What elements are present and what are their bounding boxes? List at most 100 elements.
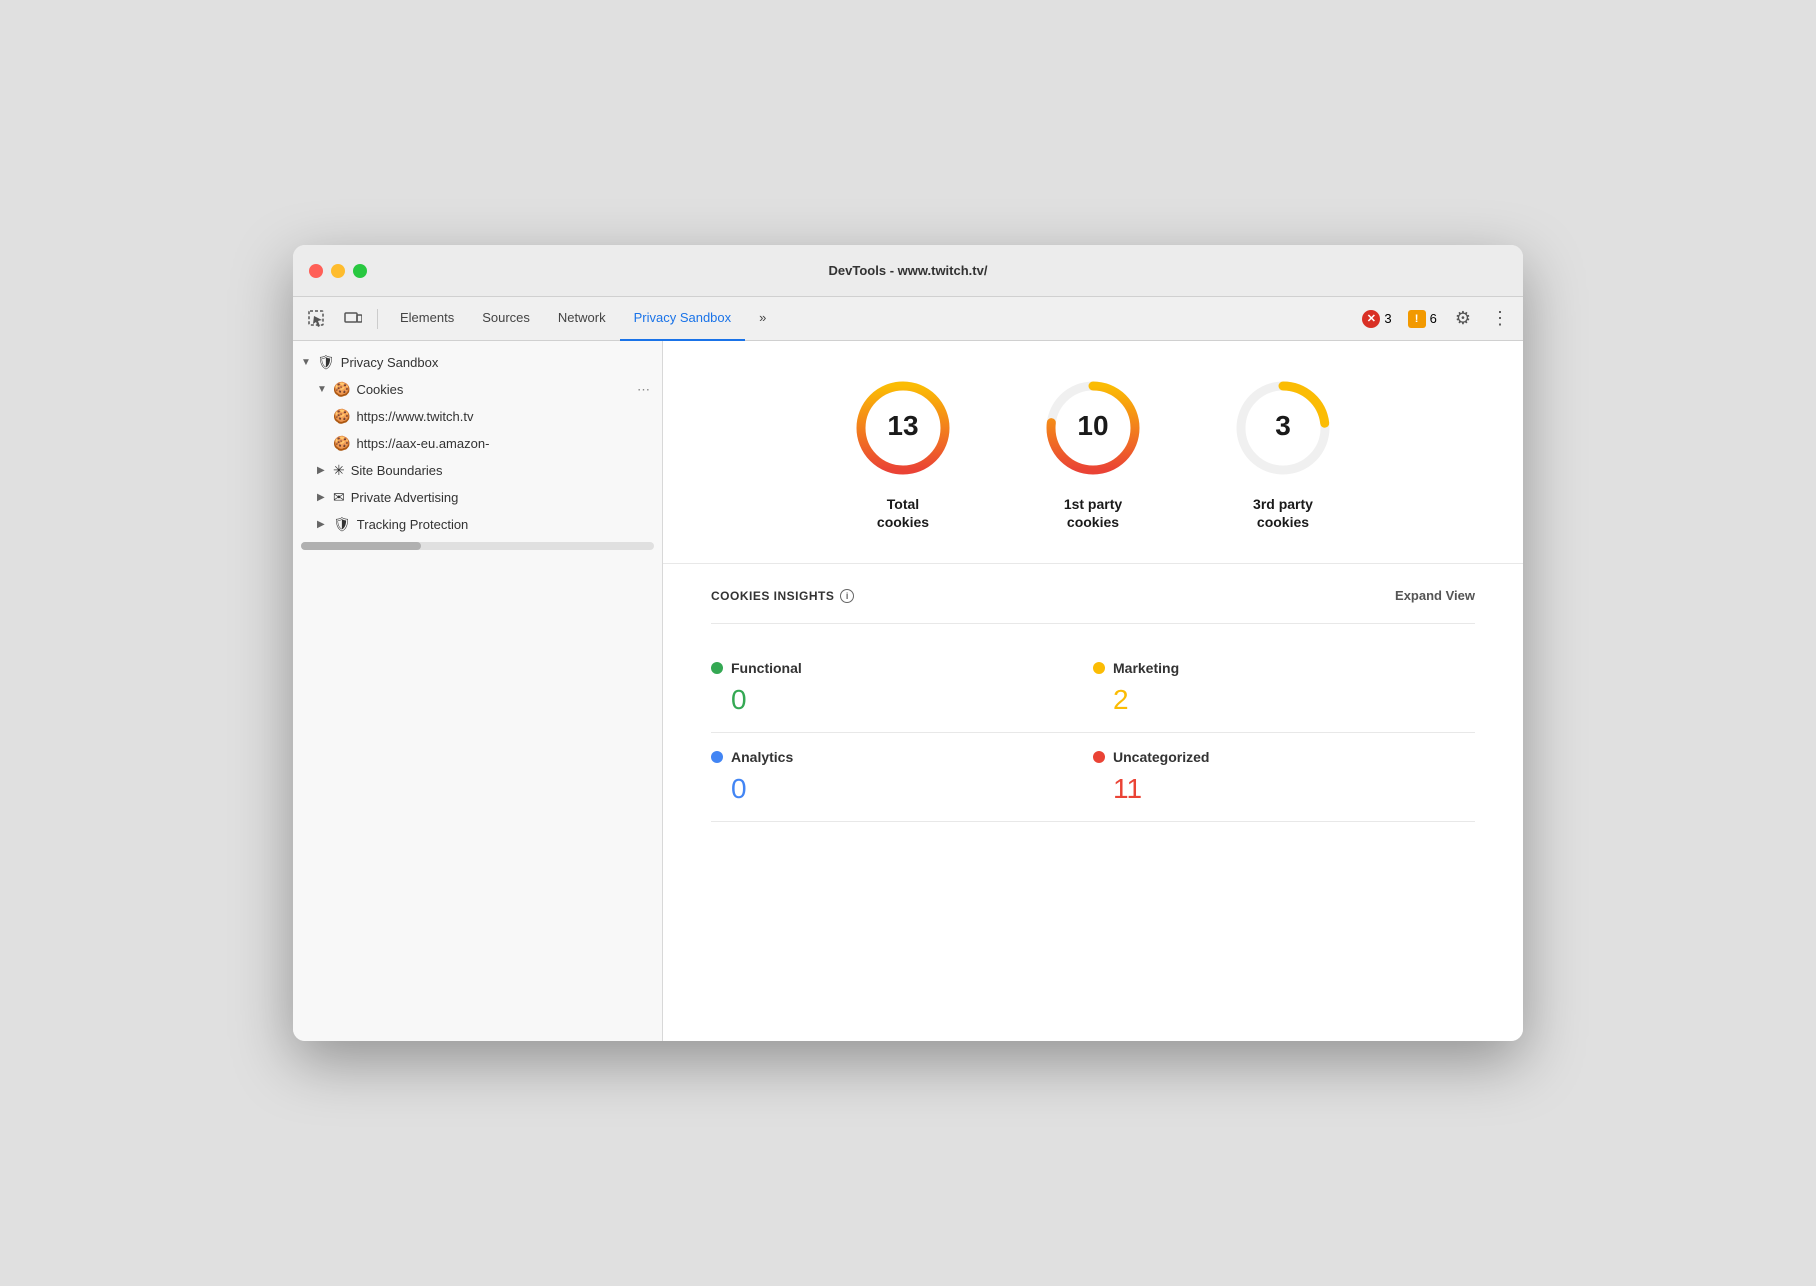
third-party-label: 3rd partycookies [1253, 495, 1313, 531]
cookie-small-icon: 🍪 [333, 408, 350, 425]
svg-text:13: 13 [887, 410, 918, 441]
sidebar-item-amazon[interactable]: 🍪 https://aax-eu.amazon- [293, 430, 662, 457]
marketing-dot [1093, 662, 1105, 674]
tab-sources[interactable]: Sources [468, 297, 544, 341]
device-toggle-button[interactable] [337, 303, 369, 335]
insights-header: COOKIES INSIGHTS i Expand View [711, 588, 1475, 603]
insight-uncategorized-header: Uncategorized [1093, 749, 1475, 765]
stat-first-party: 10 1st partycookies [1038, 373, 1148, 531]
maximize-button[interactable] [353, 264, 367, 278]
sidebar: ▼ 🛡 Privacy Sandbox ▼ 🍪 Cookies ⋯ 🍪 http… [293, 341, 663, 1041]
insight-uncategorized: Uncategorized 11 [1093, 733, 1475, 822]
sidebar-item-tracking-protection[interactable]: ▶ 🛡 Tracking Protection [293, 511, 662, 538]
cookie-small-icon: 🍪 [333, 435, 350, 452]
tracking-protection-icon: 🛡 [333, 516, 351, 533]
sidebar-item-privacy-sandbox[interactable]: ▼ 🛡 Privacy Sandbox [293, 349, 662, 376]
select-all-icon[interactable]: ⋯ [637, 382, 650, 398]
sidebar-item-private-advertising[interactable]: ▶ ✉ Private Advertising [293, 484, 662, 511]
sidebar-item-label: Tracking Protection [357, 517, 469, 532]
total-cookies-label: Totalcookies [877, 495, 929, 531]
toolbar-separator [377, 309, 378, 329]
devtools-window: DevTools - www.twitch.tv/ Elements Sourc… [293, 245, 1523, 1041]
window-controls [309, 264, 367, 278]
uncategorized-count: 11 [1093, 773, 1475, 805]
close-button[interactable] [309, 264, 323, 278]
toolbar: Elements Sources Network Privacy Sandbox… [293, 297, 1523, 341]
minimize-button[interactable] [331, 264, 345, 278]
sidebar-item-label: Privacy Sandbox [341, 355, 439, 370]
tab-network[interactable]: Network [544, 297, 620, 341]
expand-view-button[interactable]: Expand View [1395, 588, 1475, 603]
error-badge-button[interactable]: ✕ 3 [1358, 308, 1395, 330]
insights-title: COOKIES INSIGHTS i [711, 589, 854, 603]
private-advertising-icon: ✉ [333, 489, 345, 506]
content-area: 13 Totalcookies [663, 341, 1523, 1041]
sidebar-item-label: https://aax-eu.amazon- [356, 436, 489, 451]
main-layout: ▼ 🛡 Privacy Sandbox ▼ 🍪 Cookies ⋯ 🍪 http… [293, 341, 1523, 1041]
analytics-name: Analytics [731, 749, 793, 765]
warning-badge-button[interactable]: ! 6 [1404, 308, 1441, 330]
functional-count: 0 [711, 684, 1053, 716]
info-icon[interactable]: i [840, 589, 854, 603]
total-cookies-chart: 13 [848, 373, 958, 483]
insights-title-text: COOKIES INSIGHTS [711, 589, 834, 603]
warning-count: 6 [1430, 311, 1437, 326]
collapsed-arrow-icon: ▶ [317, 465, 329, 476]
expand-arrow-icon: ▼ [317, 384, 329, 395]
analytics-dot [711, 751, 723, 763]
marketing-name: Marketing [1113, 660, 1179, 676]
analytics-count: 0 [711, 773, 1053, 805]
uncategorized-name: Uncategorized [1113, 749, 1209, 765]
collapsed-arrow-icon: ▶ [317, 492, 329, 503]
stats-section: 13 Totalcookies [663, 341, 1523, 564]
insight-functional-header: Functional [711, 660, 1053, 676]
sidebar-scrollbar[interactable] [301, 542, 654, 550]
insight-marketing: Marketing 2 [1093, 644, 1475, 733]
first-party-chart: 10 [1038, 373, 1148, 483]
more-options-icon[interactable]: ⋮ [1485, 304, 1515, 333]
expand-arrow-icon: ▼ [301, 357, 313, 368]
functional-dot [711, 662, 723, 674]
sidebar-item-label: Site Boundaries [351, 463, 443, 478]
device-icon [344, 310, 362, 328]
settings-icon[interactable]: ⚙ [1449, 304, 1477, 333]
sidebar-item-label: Cookies [356, 382, 403, 397]
sidebar-item-label: Private Advertising [351, 490, 459, 505]
collapsed-arrow-icon: ▶ [317, 519, 329, 530]
insights-grid: Functional 0 Marketing 2 [711, 644, 1475, 822]
site-boundaries-icon: ✳ [333, 462, 345, 479]
privacy-sandbox-icon: 🛡 [317, 354, 335, 371]
marketing-count: 2 [1093, 684, 1475, 716]
sidebar-item-twitch[interactable]: 🍪 https://www.twitch.tv [293, 403, 662, 430]
sidebar-item-cookies[interactable]: ▼ 🍪 Cookies ⋯ [293, 376, 662, 403]
warning-icon: ! [1408, 310, 1426, 328]
insight-analytics: Analytics 0 [711, 733, 1093, 822]
tab-privacy-sandbox[interactable]: Privacy Sandbox [620, 297, 746, 341]
first-party-label: 1st partycookies [1064, 495, 1122, 531]
stat-total-cookies: 13 Totalcookies [848, 373, 958, 531]
sidebar-scrollbar-thumb [301, 542, 421, 550]
cursor-icon [308, 310, 326, 328]
inspect-element-button[interactable] [301, 303, 333, 335]
functional-name: Functional [731, 660, 802, 676]
tab-elements[interactable]: Elements [386, 297, 468, 341]
error-icon: ✕ [1362, 310, 1380, 328]
insights-section: COOKIES INSIGHTS i Expand View Functiona… [663, 564, 1523, 846]
stat-third-party: 3 3rd partycookies [1228, 373, 1338, 531]
uncategorized-dot [1093, 751, 1105, 763]
titlebar: DevTools - www.twitch.tv/ [293, 245, 1523, 297]
sidebar-item-site-boundaries[interactable]: ▶ ✳ Site Boundaries [293, 457, 662, 484]
window-title: DevTools - www.twitch.tv/ [829, 263, 988, 278]
svg-text:3: 3 [1275, 410, 1291, 441]
insight-functional: Functional 0 [711, 644, 1093, 733]
insight-marketing-header: Marketing [1093, 660, 1475, 676]
insights-divider [711, 623, 1475, 624]
insight-analytics-header: Analytics [711, 749, 1053, 765]
toolbar-right: ✕ 3 ! 6 ⚙ ⋮ [1358, 304, 1515, 333]
third-party-chart: 3 [1228, 373, 1338, 483]
svg-text:10: 10 [1077, 410, 1108, 441]
cookie-icon: 🍪 [333, 381, 350, 398]
sidebar-item-label: https://www.twitch.tv [356, 409, 473, 424]
toolbar-tabs: Elements Sources Network Privacy Sandbox… [386, 297, 1354, 341]
tab-more[interactable]: » [745, 297, 780, 341]
